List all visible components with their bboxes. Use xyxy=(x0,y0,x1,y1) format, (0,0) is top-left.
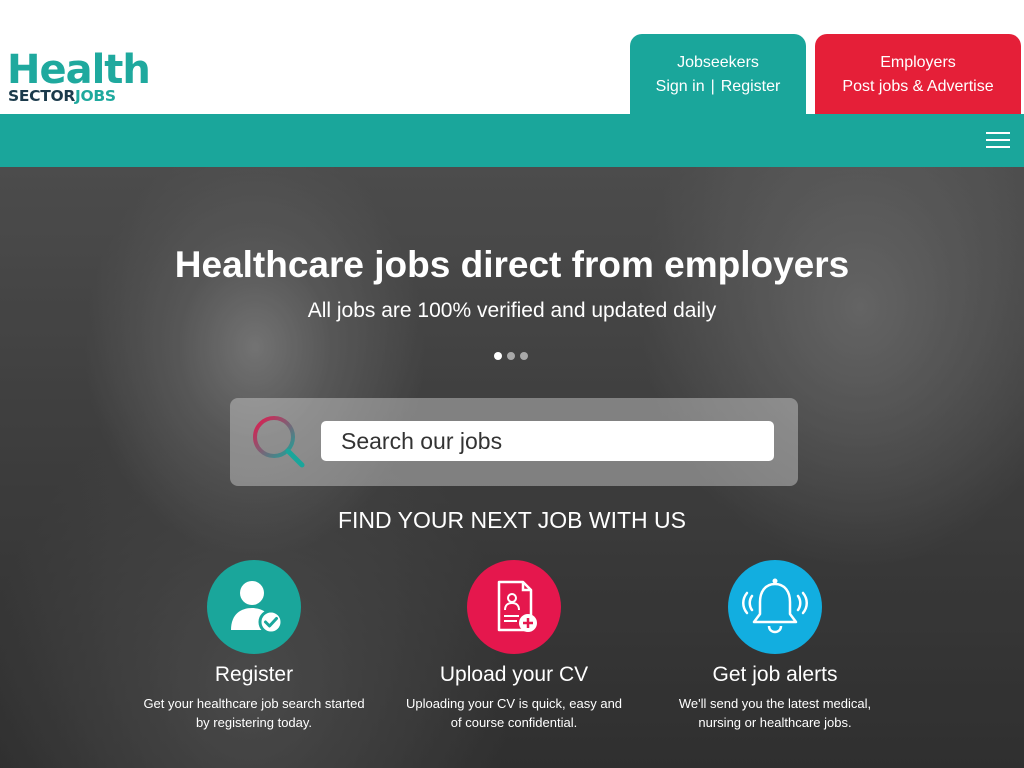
bell-icon xyxy=(742,578,808,634)
hero-subtitle: All jobs are 100% verified and updated d… xyxy=(307,299,717,322)
feature-upload-cv[interactable]: Upload your CV Uploading your CV is quic… xyxy=(394,560,634,732)
cv-upload-icon xyxy=(497,580,537,632)
employers-title: Employers xyxy=(880,54,956,71)
hero-title: Healthcare jobs direct from employers xyxy=(174,244,850,285)
carousel-dot[interactable] xyxy=(520,352,528,360)
user-check-icon xyxy=(231,581,284,635)
feature-desc: Uploading your CV is quick, easy and of … xyxy=(405,696,623,730)
register-link[interactable]: Register xyxy=(721,78,781,95)
feature-desc: We'll send you the latest medical, nursi… xyxy=(678,696,872,730)
site-header: Health SECTORJOBS Jobseekers Sign in | Reg… xyxy=(0,0,1024,114)
hero-banner: Healthcare jobs direct from employers Al… xyxy=(0,167,1024,768)
site-logo[interactable]: Health SECTORJOBS xyxy=(7,47,151,108)
feature-job-alerts[interactable]: Get job alerts We'll send you the latest… xyxy=(655,560,895,732)
post-jobs-link[interactable]: Post jobs & Advertise xyxy=(815,75,1021,99)
search-panel xyxy=(230,398,798,486)
feature-title[interactable]: Upload your CV xyxy=(394,662,634,688)
tab-separator: | xyxy=(710,78,715,95)
feature-title[interactable]: Get job alerts xyxy=(655,662,895,688)
nav-bar xyxy=(0,114,1024,167)
jobseekers-tab[interactable]: Jobseekers Sign in | Register xyxy=(630,34,806,114)
jobseekers-title: Jobseekers xyxy=(677,54,759,71)
carousel-dots xyxy=(494,347,533,360)
register-circle[interactable] xyxy=(207,560,301,654)
menu-icon[interactable] xyxy=(986,132,1010,149)
job-alerts-circle[interactable] xyxy=(728,560,822,654)
find-job-heading: FIND YOUR NEXT JOB WITH US xyxy=(337,507,686,533)
search-input[interactable] xyxy=(321,421,774,461)
employers-tab[interactable]: Employers Post jobs & Advertise xyxy=(815,34,1021,114)
feature-title[interactable]: Register xyxy=(134,662,374,688)
search-icon[interactable] xyxy=(250,413,308,471)
carousel-dot[interactable] xyxy=(507,352,515,360)
feature-desc: Get your healthcare job search started b… xyxy=(143,696,365,730)
logo-health-text: Health xyxy=(7,47,151,93)
feature-register[interactable]: Register Get your healthcare job search … xyxy=(134,560,374,732)
carousel-dot[interactable] xyxy=(494,352,502,360)
upload-cv-circle[interactable] xyxy=(467,560,561,654)
logo-sector-jobs: SECTORJOBS xyxy=(8,87,116,105)
sign-in-link[interactable]: Sign in xyxy=(656,78,705,95)
